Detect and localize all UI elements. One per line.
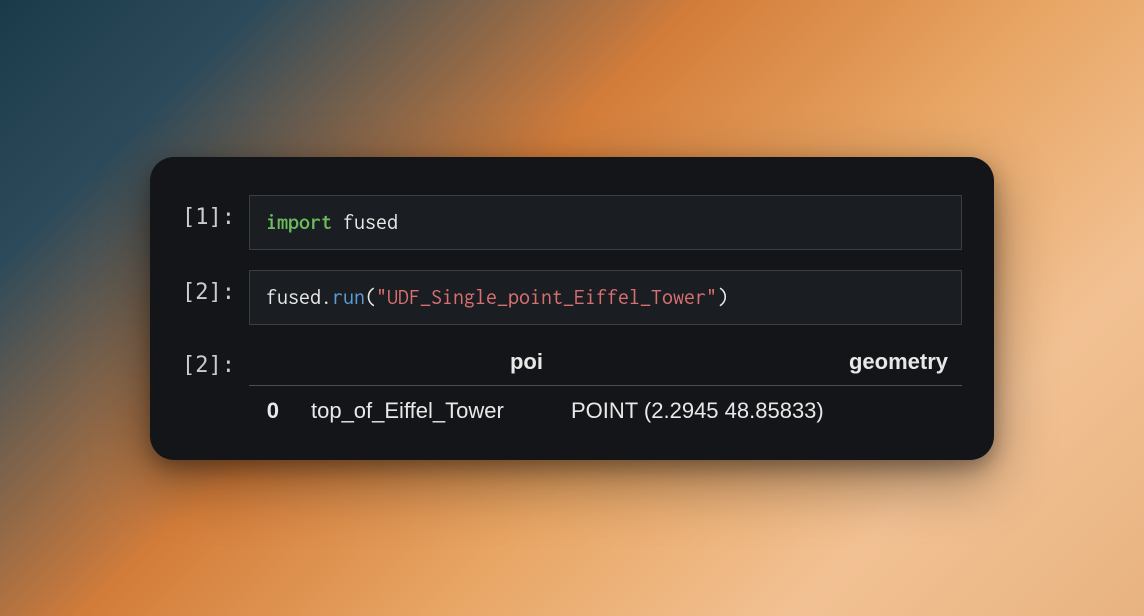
output-cell: [2]: poi geometry 0 top_of_Eiffel_Tower … xyxy=(150,335,994,432)
table-header-poi: poi xyxy=(297,349,567,375)
notebook-panel: [1]: import fused [2]: fused.run("UDF_Si… xyxy=(150,157,994,460)
table-cell-index: 0 xyxy=(249,398,297,424)
code-paren-open: ( xyxy=(365,286,376,309)
table-row: 0 top_of_Eiffel_Tower POINT (2.2945 48.8… xyxy=(249,398,962,424)
table-header-blank xyxy=(249,349,297,375)
keyword-import: import xyxy=(266,211,332,234)
code-cell-1: [1]: import fused xyxy=(150,185,994,260)
table-header-geometry: geometry xyxy=(567,349,962,375)
cell-prompt-1: [1]: xyxy=(182,195,249,230)
code-method: run xyxy=(332,286,365,309)
output-table: poi geometry 0 top_of_Eiffel_Tower POINT… xyxy=(249,349,962,424)
code-cell-2: [2]: fused.run("UDF_Single_point_Eiffel_… xyxy=(150,260,994,335)
code-input-2[interactable]: fused.run("UDF_Single_point_Eiffel_Tower… xyxy=(249,270,962,325)
output-prompt: [2]: xyxy=(182,349,249,378)
code-string: "UDF_Single_point_Eiffel_Tower" xyxy=(376,286,717,309)
code-object: fused xyxy=(266,286,321,309)
module-name: fused xyxy=(343,211,398,234)
code-paren-close: ) xyxy=(717,286,728,309)
table-header-row: poi geometry xyxy=(249,349,962,386)
table-cell-poi: top_of_Eiffel_Tower xyxy=(297,398,567,424)
code-input-1[interactable]: import fused xyxy=(249,195,962,250)
cell-prompt-2: [2]: xyxy=(182,270,249,305)
code-dot: . xyxy=(321,286,332,309)
table-cell-geometry: POINT (2.2945 48.85833) xyxy=(567,398,962,424)
